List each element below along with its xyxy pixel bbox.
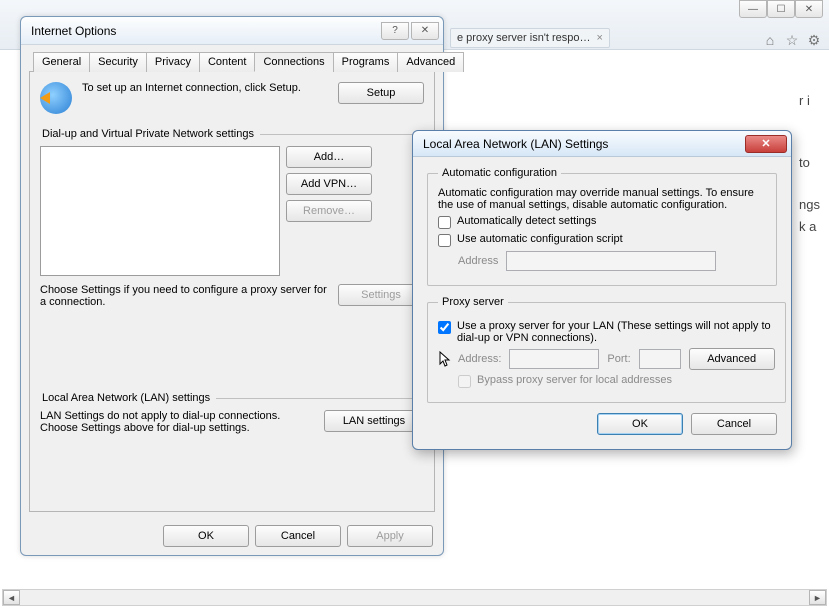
lan-close-button[interactable]: ✕	[745, 135, 787, 153]
auto-detect-label: Automatically detect settings	[457, 215, 596, 227]
internet-options-title: Internet Options	[31, 24, 381, 38]
remove-button: Remove…	[286, 200, 372, 222]
dialup-vpn-group: Dial-up and Virtual Private Network sett…	[40, 128, 424, 140]
auto-detect-checkbox-row[interactable]: Automatically detect settings	[438, 215, 766, 229]
lan-settings-button[interactable]: LAN settings	[324, 410, 424, 432]
help-button[interactable]: ?	[381, 22, 409, 40]
auto-script-address-input	[506, 251, 716, 271]
bypass-local-checkbox	[458, 375, 471, 388]
add-vpn-button[interactable]: Add VPN…	[286, 173, 372, 195]
auto-script-checkbox-row[interactable]: Use automatic configuration script	[438, 233, 766, 247]
scroll-right-arrow-icon[interactable]: ►	[809, 590, 826, 605]
automatic-configuration-description: Automatic configuration may override man…	[438, 187, 766, 211]
internet-options-dialog: Internet Options ? ✕ General Security Pr…	[20, 16, 444, 556]
lan-description: LAN Settings do not apply to dial-up con…	[40, 410, 318, 434]
tab-panel-connections: To set up an Internet connection, click …	[29, 72, 435, 512]
lan-settings-dialog: Local Area Network (LAN) Settings ✕ Auto…	[412, 130, 792, 450]
auto-detect-checkbox[interactable]	[438, 216, 451, 229]
advanced-button[interactable]: Advanced	[689, 348, 775, 370]
internet-options-titlebar[interactable]: Internet Options ? ✕	[21, 17, 443, 45]
gear-icon[interactable]: ⚙	[805, 32, 823, 49]
browser-tab[interactable]: e proxy server isn't respo… ×	[450, 28, 610, 48]
auto-script-address-label: Address	[458, 255, 498, 267]
proxy-port-input	[639, 349, 681, 369]
maximize-button-bg[interactable]: ☐	[767, 0, 795, 18]
lan-ok-button[interactable]: OK	[597, 413, 683, 435]
lan-cancel-button[interactable]: Cancel	[691, 413, 777, 435]
setup-button[interactable]: Setup	[338, 82, 424, 104]
dialup-vpn-listbox[interactable]	[40, 146, 280, 276]
internet-options-footer: OK Cancel Apply	[163, 525, 433, 547]
lan-settings-footer: OK Cancel	[425, 413, 777, 435]
settings-description: Choose Settings if you need to configure…	[40, 284, 332, 308]
browser-tab-close-icon[interactable]: ×	[597, 32, 603, 44]
background-page-text: r i to ngs k a	[799, 90, 829, 238]
lan-settings-titlebar[interactable]: Local Area Network (LAN) Settings ✕	[413, 131, 791, 157]
proxy-port-label: Port:	[607, 353, 630, 365]
auto-script-label: Use automatic configuration script	[457, 233, 623, 245]
tab-connections[interactable]: Connections	[254, 52, 333, 72]
minimize-button-bg[interactable]: —	[739, 0, 767, 18]
use-proxy-label: Use a proxy server for your LAN (These s…	[457, 320, 775, 344]
tab-security[interactable]: Security	[89, 52, 147, 72]
scroll-left-arrow-icon[interactable]: ◄	[3, 590, 20, 605]
setup-description: To set up an Internet connection, click …	[82, 82, 328, 94]
star-icon[interactable]: ☆	[783, 32, 801, 49]
cancel-button[interactable]: Cancel	[255, 525, 341, 547]
use-proxy-checkbox[interactable]	[438, 321, 451, 334]
horizontal-scrollbar[interactable]: ◄ ►	[2, 589, 827, 606]
internet-options-tabs: General Security Privacy Content Connect…	[29, 51, 435, 72]
tab-privacy[interactable]: Privacy	[146, 52, 200, 72]
dialup-vpn-legend: Dial-up and Virtual Private Network sett…	[40, 128, 260, 140]
proxy-address-input	[509, 349, 599, 369]
browser-tab-label: e proxy server isn't respo…	[457, 32, 591, 44]
lan-group: Local Area Network (LAN) settings	[40, 392, 424, 404]
proxy-address-label: Address:	[458, 353, 501, 365]
automatic-configuration-group: Automatic configuration Automatic config…	[427, 167, 777, 286]
bypass-local-checkbox-row[interactable]: Bypass proxy server for local addresses	[458, 374, 775, 388]
globe-icon	[40, 82, 72, 114]
add-button[interactable]: Add…	[286, 146, 372, 168]
tab-advanced[interactable]: Advanced	[397, 52, 464, 72]
close-button[interactable]: ✕	[411, 22, 439, 40]
apply-button: Apply	[347, 525, 433, 547]
proxy-server-legend: Proxy server	[438, 296, 508, 308]
window-controls-background: — ☐ ✕	[739, 0, 823, 18]
use-proxy-checkbox-row[interactable]: Use a proxy server for your LAN (These s…	[438, 320, 775, 344]
auto-script-checkbox[interactable]	[438, 234, 451, 247]
home-icon[interactable]: ⌂	[761, 32, 779, 49]
tab-general[interactable]: General	[33, 52, 90, 72]
tab-programs[interactable]: Programs	[333, 52, 399, 72]
automatic-configuration-legend: Automatic configuration	[438, 167, 561, 179]
lan-legend: Local Area Network (LAN) settings	[40, 392, 216, 404]
lan-settings-title: Local Area Network (LAN) Settings	[423, 137, 745, 151]
ok-button[interactable]: OK	[163, 525, 249, 547]
tab-content[interactable]: Content	[199, 52, 256, 72]
close-button-bg[interactable]: ✕	[795, 0, 823, 18]
bypass-local-label: Bypass proxy server for local addresses	[477, 374, 672, 386]
proxy-server-group: Proxy server Use a proxy server for your…	[427, 296, 786, 403]
